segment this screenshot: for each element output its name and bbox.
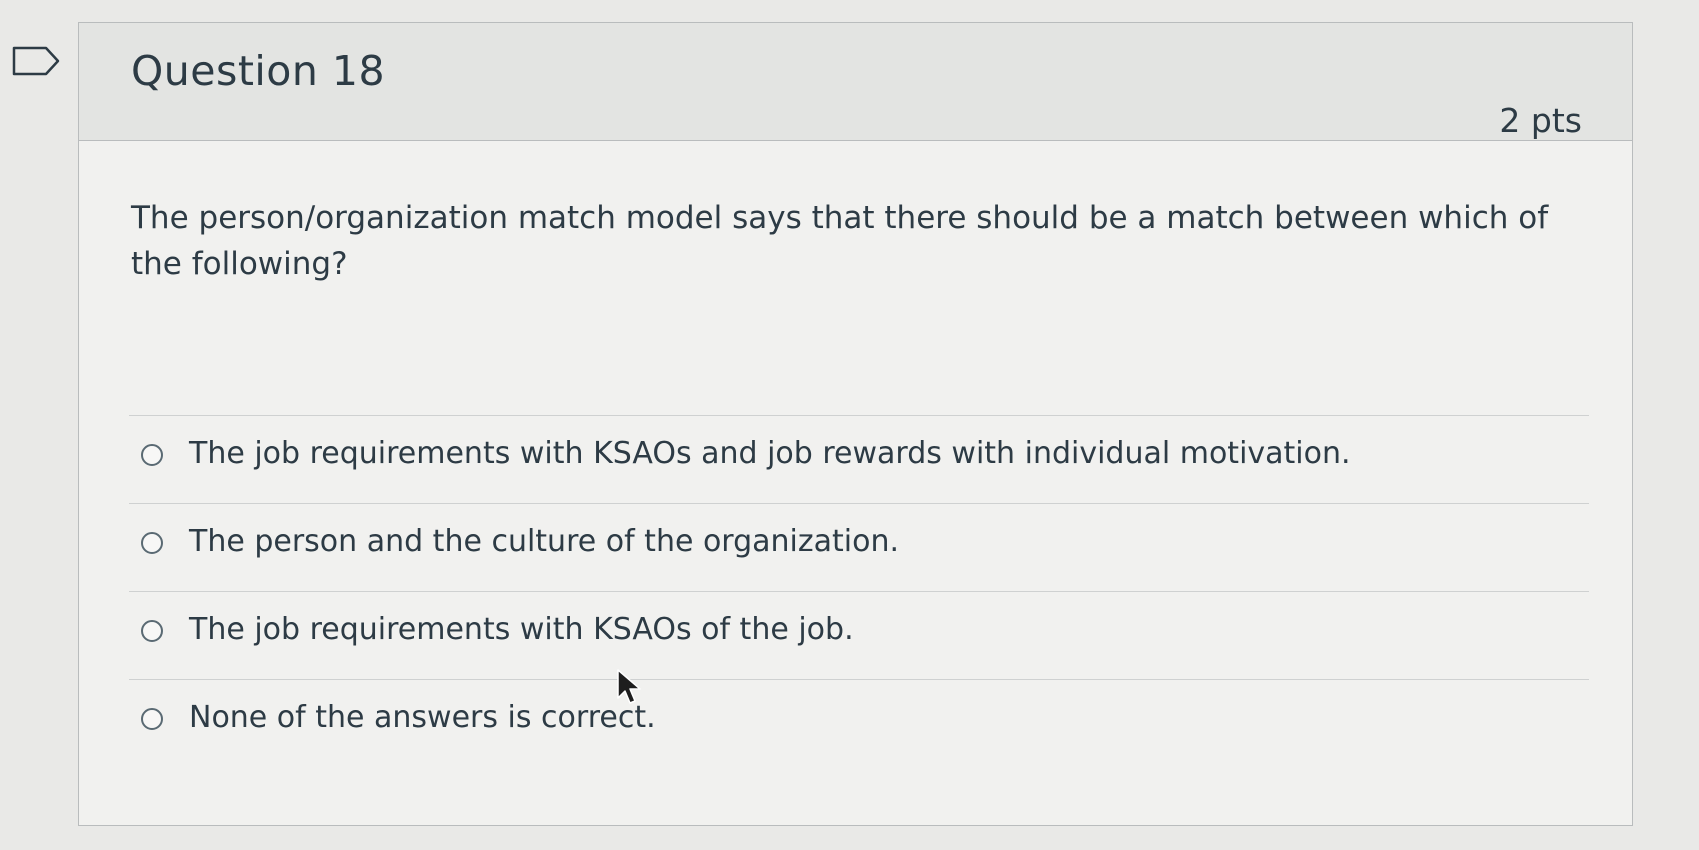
answer-label[interactable]: The job requirements with KSAOs and job … bbox=[189, 436, 1351, 471]
radio-button-icon[interactable] bbox=[141, 532, 163, 554]
mouse-pointer-icon bbox=[617, 669, 641, 704]
question-points: 2 pts bbox=[1499, 101, 1582, 140]
answer-list: The job requirements with KSAOs and job … bbox=[129, 415, 1589, 767]
question-title: Question 18 bbox=[131, 47, 386, 95]
question-header: Question 18 2 pts bbox=[79, 23, 1632, 141]
answer-option-2[interactable]: The person and the culture of the organi… bbox=[129, 504, 1589, 592]
answer-option-1[interactable]: The job requirements with KSAOs and job … bbox=[129, 416, 1589, 504]
answer-label[interactable]: None of the answers is correct. bbox=[189, 700, 656, 735]
question-card: Question 18 2 pts The person/organizatio… bbox=[78, 22, 1633, 826]
answer-label[interactable]: The person and the culture of the organi… bbox=[189, 524, 899, 559]
radio-button-icon[interactable] bbox=[141, 620, 163, 642]
answer-option-3[interactable]: The job requirements with KSAOs of the j… bbox=[129, 592, 1589, 680]
answer-label[interactable]: The job requirements with KSAOs of the j… bbox=[189, 612, 854, 647]
radio-button-icon[interactable] bbox=[141, 444, 163, 466]
answer-option-4[interactable]: None of the answers is correct. bbox=[129, 680, 1589, 767]
flag-question-icon[interactable] bbox=[12, 46, 60, 76]
radio-button-icon[interactable] bbox=[141, 708, 163, 730]
question-text: The person/organization match model says… bbox=[131, 200, 1549, 282]
